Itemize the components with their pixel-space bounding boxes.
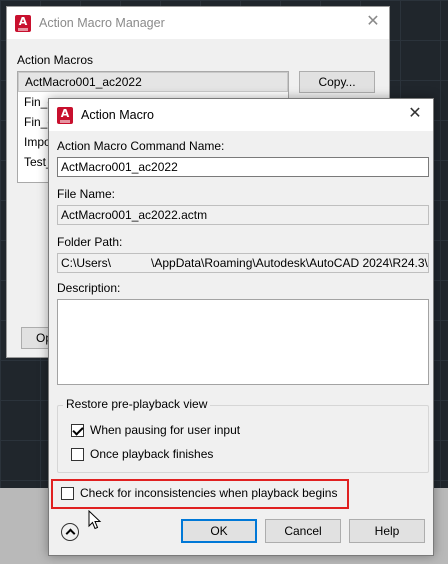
dialog-title: Action Macro	[81, 108, 154, 122]
dialog-titlebar: A Action Macro ✕	[49, 99, 433, 131]
command-name-input[interactable]: ActMacro001_ac2022	[57, 157, 429, 177]
list-item[interactable]: ActMacro001_ac2022	[18, 72, 288, 92]
action-macro-dialog: A Action Macro ✕ Action Macro Command Na…	[48, 98, 434, 556]
action-macros-label: Action Macros	[17, 53, 94, 67]
folder-path-label: Folder Path:	[57, 235, 123, 249]
restore-view-group-label: Restore pre-playback view	[63, 397, 211, 411]
finish-checkbox[interactable]	[71, 447, 84, 461]
mouse-pointer-icon	[88, 510, 102, 530]
finish-option-label: Once playback finishes	[90, 447, 214, 461]
copy-button[interactable]: Copy...	[299, 71, 375, 93]
autocad-icon: A	[15, 14, 31, 32]
description-label: Description:	[57, 281, 121, 295]
pause-option[interactable]: When pausing for user input	[71, 423, 240, 437]
description-textarea[interactable]	[57, 299, 429, 385]
cancel-button[interactable]: Cancel	[265, 519, 341, 543]
autocad-icon: A	[57, 106, 73, 124]
restore-view-group	[57, 405, 429, 473]
file-name-field: ActMacro001_ac2022.actm	[57, 205, 429, 225]
folder-path-field: C:\Users\ \AppData\Roaming\Autodesk\Auto…	[57, 253, 429, 273]
manager-titlebar: A Action Macro Manager ✕	[7, 7, 389, 39]
finish-option[interactable]: Once playback finishes	[71, 447, 213, 461]
inconsistency-checkbox[interactable]	[61, 486, 74, 500]
pause-checkbox[interactable]	[71, 423, 84, 437]
chevron-up-icon[interactable]	[61, 523, 79, 541]
manager-title: Action Macro Manager	[39, 16, 165, 30]
help-button[interactable]: Help	[349, 519, 425, 543]
inconsistency-option-label: Check for inconsistencies when playback …	[80, 486, 338, 500]
file-name-label: File Name:	[57, 187, 116, 201]
close-icon[interactable]: ✕	[407, 106, 423, 122]
ok-button[interactable]: OK	[181, 519, 257, 543]
close-icon[interactable]: ✕	[365, 14, 381, 30]
command-name-label: Action Macro Command Name:	[57, 139, 225, 153]
inconsistency-option[interactable]: Check for inconsistencies when playback …	[61, 486, 337, 500]
pause-option-label: When pausing for user input	[90, 423, 241, 437]
